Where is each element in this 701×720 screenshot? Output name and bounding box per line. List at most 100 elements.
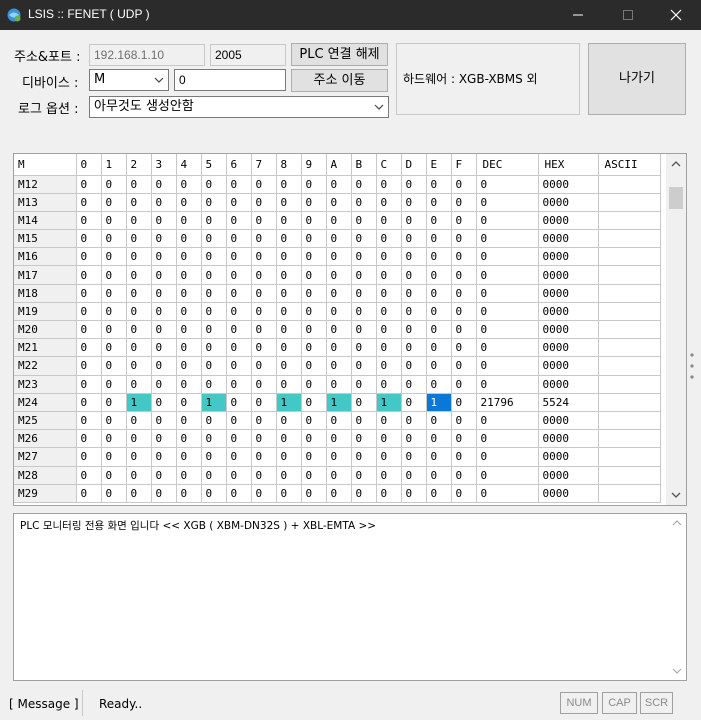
table-row[interactable]: M24 0 0 1 0 0 1 0 0 1 0 1 0 1 0 1 0 21796 5524	[14, 393, 661, 412]
bit-cell[interactable]: 0	[151, 411, 177, 431]
bit-cell[interactable]: 0	[151, 429, 177, 449]
bit-cell[interactable]: 0	[326, 265, 352, 285]
ip-field[interactable]: 192.168.1.10	[89, 44, 205, 66]
dec-cell[interactable]: 0	[476, 447, 539, 467]
bit-cell[interactable]: 0	[401, 247, 427, 267]
bit-cell[interactable]: 0	[376, 193, 402, 212]
maximize-button[interactable]	[605, 0, 651, 30]
bit-cell[interactable]: 0	[301, 211, 327, 231]
bit-cell[interactable]: 0	[126, 302, 152, 322]
bit-cell[interactable]: 0	[76, 284, 102, 303]
bit-cell[interactable]: 0	[201, 265, 227, 285]
bit-cell[interactable]: 0	[176, 484, 202, 503]
hex-cell[interactable]: 0000	[538, 284, 599, 303]
bit-cell[interactable]: 0	[76, 484, 102, 503]
bit-cell[interactable]: 0	[351, 429, 377, 449]
bit-cell[interactable]: 0	[326, 338, 352, 358]
bit-cell[interactable]: 0	[301, 247, 327, 267]
bit-cell[interactable]: 0	[276, 229, 302, 249]
bit-cell[interactable]: 0	[151, 211, 177, 231]
column-header[interactable]: F	[451, 154, 477, 176]
table-row[interactable]: M27 0 0 0 0 0 0 0 0 0 0 0 0 0 0 0 0 0 0000	[14, 447, 661, 467]
bit-cell[interactable]: 0	[326, 484, 352, 503]
hex-cell[interactable]: 5524	[538, 393, 599, 412]
bit-cell[interactable]: 0	[76, 466, 102, 485]
bit-cell[interactable]: 0	[301, 393, 327, 412]
ascii-cell[interactable]	[598, 429, 661, 449]
hex-cell[interactable]: 0000	[538, 229, 599, 249]
bit-cell[interactable]: 0	[201, 320, 227, 340]
bit-cell[interactable]: 0	[276, 211, 302, 231]
bit-cell[interactable]: 0	[126, 265, 152, 285]
bit-cell[interactable]: 0	[101, 411, 127, 431]
bit-cell[interactable]: 0	[76, 338, 102, 358]
bit-cell[interactable]: 0	[126, 356, 152, 376]
ascii-cell[interactable]	[598, 411, 661, 431]
bit-cell[interactable]: 0	[251, 484, 277, 503]
bit-cell[interactable]: 0	[251, 429, 277, 449]
bit-cell[interactable]: 0	[426, 320, 452, 340]
hex-cell[interactable]: 0000	[538, 211, 599, 231]
move-address-button[interactable]: 주소 이동	[291, 69, 388, 92]
bit-cell[interactable]: 0	[351, 375, 377, 394]
bit-cell[interactable]: 0	[401, 484, 427, 503]
bit-cell[interactable]: 0	[301, 284, 327, 303]
bit-cell[interactable]: 0	[301, 411, 327, 431]
bit-cell[interactable]: 0	[301, 302, 327, 322]
bit-cell[interactable]: 0	[226, 193, 252, 212]
bit-cell[interactable]: 0	[401, 265, 427, 285]
column-header[interactable]: 6	[226, 154, 252, 176]
bit-cell[interactable]: 0	[201, 211, 227, 231]
dec-cell[interactable]: 0	[476, 356, 539, 376]
address-input[interactable]: 0	[174, 69, 286, 91]
column-header[interactable]: C	[376, 154, 402, 176]
bit-cell[interactable]: 0	[326, 229, 352, 249]
bit-cell[interactable]: 0	[376, 429, 402, 449]
hex-cell[interactable]: 0000	[538, 484, 599, 503]
bit-cell[interactable]: 0	[276, 484, 302, 503]
hex-cell[interactable]: 0000	[538, 356, 599, 376]
bit-cell[interactable]: 0	[151, 375, 177, 394]
bit-cell[interactable]: 0	[351, 320, 377, 340]
bit-cell[interactable]: 0	[151, 175, 177, 194]
bit-cell[interactable]: 0	[201, 375, 227, 394]
bit-cell[interactable]: 0	[426, 375, 452, 394]
bit-cell[interactable]: 0	[426, 229, 452, 249]
bit-cell[interactable]: 0	[226, 284, 252, 303]
splitter-grip-icon[interactable]	[689, 352, 695, 382]
bit-cell[interactable]: 0	[451, 484, 477, 503]
bit-cell[interactable]: 0	[301, 338, 327, 358]
bit-cell[interactable]: 0	[351, 338, 377, 358]
bit-cell[interactable]: 0	[251, 265, 277, 285]
bit-cell[interactable]: 0	[226, 356, 252, 376]
bit-cell[interactable]: 0	[101, 193, 127, 212]
column-header[interactable]: ASCII	[598, 154, 661, 176]
bit-cell[interactable]: 0	[426, 447, 452, 467]
bit-cell[interactable]: 0	[251, 211, 277, 231]
bit-cell[interactable]: 0	[101, 338, 127, 358]
bit-cell[interactable]: 0	[276, 302, 302, 322]
bit-cell[interactable]: 0	[376, 375, 402, 394]
log-scrollbar[interactable]	[668, 514, 686, 680]
bit-cell[interactable]: 0	[401, 411, 427, 431]
bit-cell[interactable]: 0	[151, 447, 177, 467]
bit-cell[interactable]: 0	[451, 247, 477, 267]
column-header[interactable]: 9	[301, 154, 327, 176]
column-header[interactable]: DEC	[476, 154, 539, 176]
bit-cell[interactable]: 0	[101, 247, 127, 267]
bit-cell[interactable]: 0	[351, 247, 377, 267]
bit-cell[interactable]: 0	[451, 175, 477, 194]
bit-cell[interactable]: 0	[351, 484, 377, 503]
bit-cell[interactable]: 0	[176, 229, 202, 249]
column-header[interactable]: HEX	[538, 154, 599, 176]
hex-cell[interactable]: 0000	[538, 411, 599, 431]
bit-cell[interactable]: 0	[451, 447, 477, 467]
bit-cell[interactable]: 0	[326, 193, 352, 212]
bit-cell[interactable]: 0	[451, 320, 477, 340]
bit-cell[interactable]: 0	[126, 466, 152, 485]
bit-cell[interactable]: 0	[101, 356, 127, 376]
dec-cell[interactable]: 0	[476, 229, 539, 249]
bit-cell[interactable]: 0	[101, 229, 127, 249]
column-header[interactable]: A	[326, 154, 352, 176]
bit-cell[interactable]: 0	[276, 284, 302, 303]
